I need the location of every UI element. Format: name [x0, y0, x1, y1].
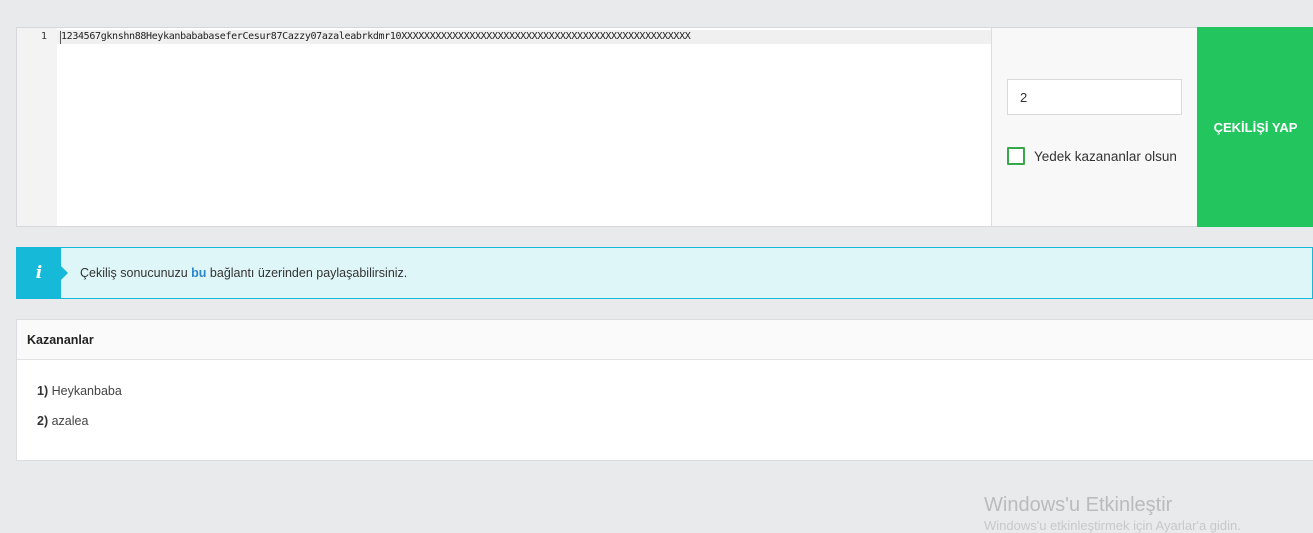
backup-winners-checkbox[interactable] [1007, 147, 1025, 165]
share-text-before: Çekiliş sonucunuzu [80, 266, 192, 280]
winner-number: 1) [37, 384, 49, 398]
winners-panel: Kazananlar 1) Heykanbaba 2) azalea [16, 319, 1313, 461]
draw-button[interactable]: ÇEKİLİŞİ YAP [1197, 27, 1313, 227]
share-info-alert: i Çekiliş sonucunuzu bu bağlantı üzerind… [16, 247, 1313, 299]
share-info-text: Çekiliş sonucunuzu bu bağlantı üzerinden… [80, 266, 407, 280]
winners-list: 1) Heykanbaba 2) azalea [17, 360, 1313, 444]
participants-editor[interactable]: 1 1234567gknshn88HeykanbababaseferCesur8… [17, 28, 992, 226]
line-number-gutter: 1 [17, 28, 57, 226]
winner-item: 2) azalea [37, 414, 1313, 444]
line-number: 1 [40, 31, 47, 42]
editor-line-text[interactable]: 1234567gknshn88HeykanbababaseferCesur87C… [61, 30, 691, 44]
winners-title: Kazananlar [17, 320, 1313, 360]
winner-count-input[interactable] [1007, 79, 1182, 115]
winner-item: 1) Heykanbaba [37, 384, 1313, 414]
share-link[interactable]: bu [191, 266, 206, 280]
text-cursor [60, 31, 61, 44]
info-icon-box: i [17, 248, 61, 298]
winner-name: Heykanbaba [51, 384, 122, 398]
draw-input-panel: 1 1234567gknshn88HeykanbababaseferCesur8… [16, 27, 1313, 227]
winner-number: 2) [37, 414, 49, 428]
draw-controls: Yedek kazananlar olsun [992, 28, 1197, 226]
info-icon: i [35, 263, 43, 283]
windows-activation-title: Windows'u Etkinleştir [984, 494, 1173, 516]
backup-winners-option[interactable]: Yedek kazananlar olsun [1007, 147, 1177, 165]
winner-name: azalea [51, 414, 89, 428]
info-arrow [61, 266, 68, 280]
share-text-after: bağlantı üzerinden paylaşabilirsiniz. [206, 266, 408, 280]
backup-winners-label[interactable]: Yedek kazananlar olsun [1034, 149, 1177, 164]
